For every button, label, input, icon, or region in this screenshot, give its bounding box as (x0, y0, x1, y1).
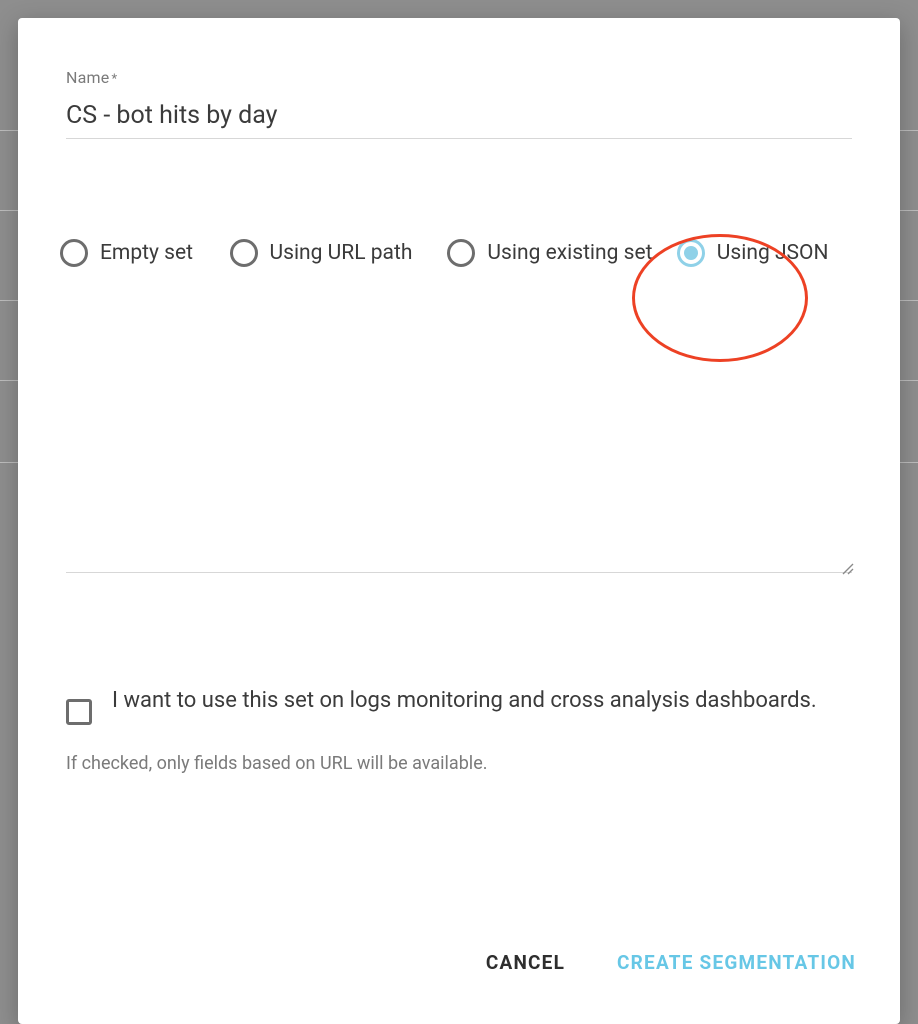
radio-label: Using JSON (717, 240, 829, 266)
radio-using-json[interactable]: Using JSON (677, 239, 852, 267)
dialog-actions: CANCEL CREATE SEGMENTATION (482, 945, 860, 980)
radio-using-url-path[interactable]: Using URL path (230, 239, 454, 267)
checkbox-hint-text: If checked, only fields based on URL wil… (66, 753, 852, 774)
radio-circle-icon (60, 239, 88, 267)
radio-circle-icon (447, 239, 475, 267)
json-textarea[interactable] (66, 303, 852, 573)
radio-circle-icon (677, 239, 705, 267)
required-asterisk: * (111, 72, 117, 87)
create-segmentation-dialog: Name* Empty set Using URL path Using exi… (18, 18, 900, 1024)
cancel-button[interactable]: CANCEL (482, 945, 569, 980)
radio-using-existing-set[interactable]: Using existing set (447, 239, 690, 267)
logs-monitoring-checkbox-row: I want to use this set on logs monitorin… (66, 685, 852, 725)
radio-label: Empty set (100, 240, 193, 266)
json-textarea-container (66, 267, 852, 577)
radio-label: Using existing set (487, 240, 652, 266)
creation-mode-radiogroup: Empty set Using URL path Using existing … (66, 239, 852, 267)
logs-monitoring-checkbox[interactable] (66, 699, 92, 725)
logs-monitoring-checkbox-label: I want to use this set on logs monitorin… (112, 685, 817, 717)
name-input[interactable] (66, 97, 852, 139)
radio-label: Using URL path (270, 240, 413, 266)
name-label-text: Name (66, 68, 109, 87)
radio-circle-icon (230, 239, 258, 267)
radio-empty-set[interactable]: Empty set (60, 239, 226, 267)
create-segmentation-button[interactable]: CREATE SEGMENTATION (613, 945, 860, 980)
name-field-label: Name* (66, 68, 852, 87)
